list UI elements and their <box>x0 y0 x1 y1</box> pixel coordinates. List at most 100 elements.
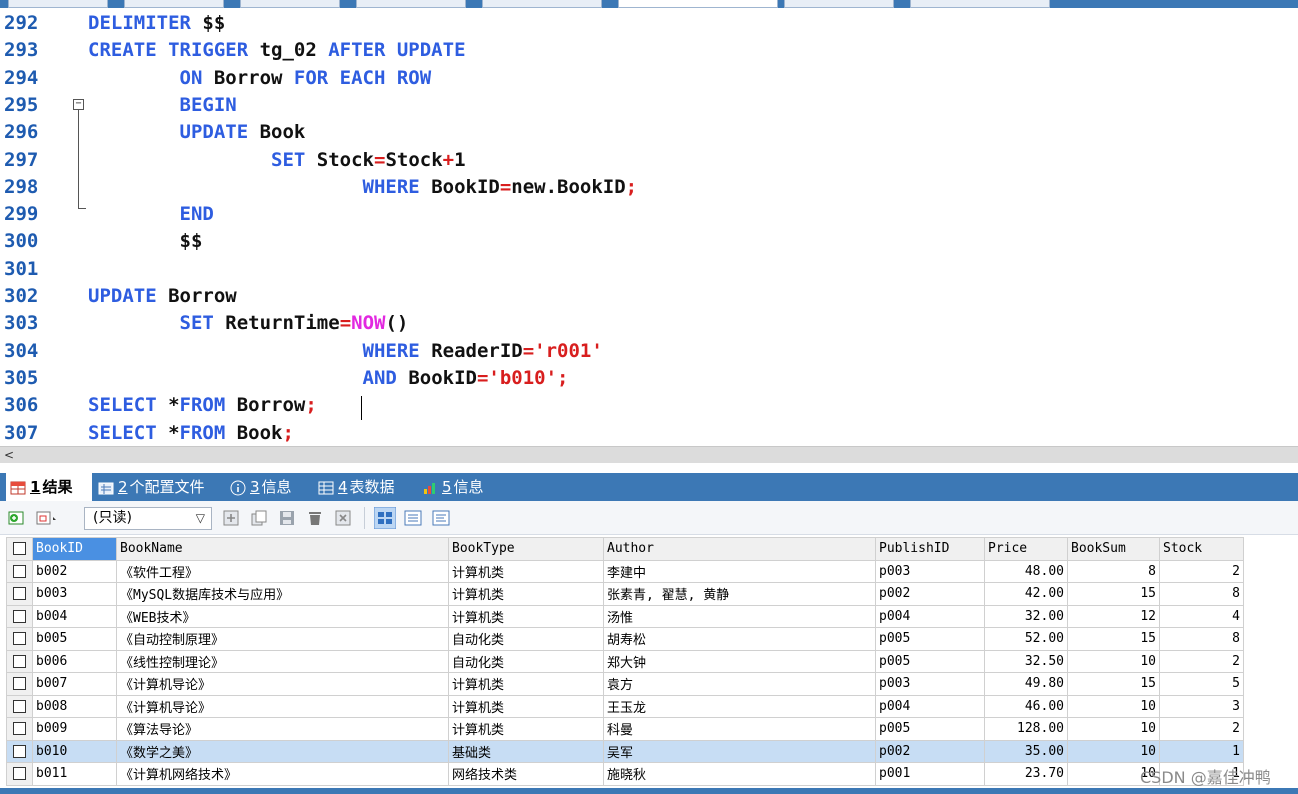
code-line[interactable]: 299 END <box>0 201 1298 228</box>
cell-bookname[interactable]: 《计算机网络技术》 <box>116 762 449 786</box>
cell-booktype[interactable]: 自动化类 <box>448 649 604 673</box>
code-line[interactable]: 293 CREATE TRIGGER tg_02 AFTER UPDATE <box>0 37 1298 64</box>
form-view-icon[interactable] <box>404 509 422 527</box>
cell-author[interactable]: 汤惟 <box>603 604 876 628</box>
cell-bookid[interactable]: b007 <box>32 672 117 696</box>
cell-booksum[interactable]: 12 <box>1067 604 1160 628</box>
cell-booksum[interactable]: 15 <box>1067 672 1160 696</box>
code-line[interactable]: 305 AND BookID='b010'; <box>0 365 1298 392</box>
cell-stock[interactable]: 3 <box>1159 694 1244 718</box>
horizontal-scrollbar[interactable]: < <box>0 446 1298 463</box>
row-checkbox[interactable] <box>6 582 33 606</box>
save-icon[interactable] <box>278 509 296 527</box>
code-line[interactable]: 307 SELECT *FROM Book; <box>0 420 1298 447</box>
cell-author[interactable]: 王玉龙 <box>603 694 876 718</box>
cell-publishid[interactable]: p003 <box>875 559 985 583</box>
fold-toggle-icon[interactable]: − <box>73 99 84 110</box>
select-all-checkbox[interactable] <box>6 537 33 561</box>
query-tab[interactable] <box>240 0 340 8</box>
query-tab[interactable] <box>784 0 894 8</box>
cell-booktype[interactable]: 计算机类 <box>448 717 604 741</box>
row-checkbox[interactable] <box>6 694 33 718</box>
cell-booktype[interactable]: 基础类 <box>448 739 604 763</box>
row-checkbox[interactable] <box>6 762 33 786</box>
result-tab-1[interactable]: 1 结果 <box>6 473 92 501</box>
query-tab-active[interactable] <box>618 0 778 8</box>
row-checkbox[interactable] <box>6 717 33 741</box>
cell-stock[interactable]: 2 <box>1159 717 1244 741</box>
column-header-price[interactable]: Price <box>984 537 1068 561</box>
cell-booktype[interactable]: 计算机类 <box>448 604 604 628</box>
cell-price[interactable]: 46.00 <box>984 694 1068 718</box>
cell-bookname[interactable]: 《MySQL数据库技术与应用》 <box>116 582 449 606</box>
cell-author[interactable]: 郑大钟 <box>603 649 876 673</box>
table-row[interactable]: b008 《计算机导论》 计算机类 王玉龙 p004 46.00 10 3 <box>6 694 1244 718</box>
query-tab[interactable] <box>910 0 1050 8</box>
cell-bookid[interactable]: b006 <box>32 649 117 673</box>
cell-booktype[interactable]: 计算机类 <box>448 672 604 696</box>
cell-bookname[interactable]: 《算法导论》 <box>116 717 449 741</box>
cell-booksum[interactable]: 10 <box>1067 694 1160 718</box>
cell-author[interactable]: 胡寿松 <box>603 627 876 651</box>
discard-changes-icon[interactable] <box>334 509 352 527</box>
cell-bookid[interactable]: b010 <box>32 739 117 763</box>
cell-price[interactable]: 42.00 <box>984 582 1068 606</box>
cell-stock[interactable]: 8 <box>1159 582 1244 606</box>
cell-stock[interactable]: 2 <box>1159 649 1244 673</box>
result-tab-5[interactable]: 5 信息 <box>418 473 508 501</box>
cell-bookname[interactable]: 《计算机导论》 <box>116 672 449 696</box>
cell-author[interactable]: 吴军 <box>603 739 876 763</box>
cell-publishid[interactable]: p005 <box>875 627 985 651</box>
cell-bookid[interactable]: b009 <box>32 717 117 741</box>
sql-editor[interactable]: 292 DELIMITER $$ 293 CREATE TRIGGER tg_02 A… <box>0 8 1298 446</box>
query-tab-strip[interactable] <box>0 0 1298 8</box>
column-header-bookid[interactable]: BookID <box>32 537 117 561</box>
export-icon[interactable] <box>36 509 58 527</box>
cell-booktype[interactable]: 计算机类 <box>448 694 604 718</box>
cell-bookid[interactable]: b005 <box>32 627 117 651</box>
code-line[interactable]: 297 SET Stock=Stock+1 <box>0 147 1298 174</box>
table-row[interactable]: b005 《自动控制原理》 自动化类 胡寿松 p005 52.00 15 8 <box>6 627 1244 651</box>
code-line[interactable]: 300 $$ <box>0 228 1298 255</box>
delete-icon[interactable] <box>306 509 324 527</box>
cell-booktype[interactable]: 网络技术类 <box>448 762 604 786</box>
scroll-left-arrow-icon[interactable]: < <box>4 447 18 463</box>
cell-bookname[interactable]: 《数学之美》 <box>116 739 449 763</box>
code-line[interactable]: 306 SELECT *FROM Borrow; <box>0 392 1298 419</box>
code-line[interactable]: 304 WHERE ReaderID='r001' <box>0 338 1298 365</box>
text-view-icon[interactable] <box>432 509 450 527</box>
row-checkbox[interactable] <box>6 672 33 696</box>
column-header-stock[interactable]: Stock <box>1159 537 1244 561</box>
cell-price[interactable]: 128.00 <box>984 717 1068 741</box>
cell-author[interactable]: 施晓秋 <box>603 762 876 786</box>
cell-author[interactable]: 张素青, 翟慧, 黄静 <box>603 582 876 606</box>
cell-price[interactable]: 32.50 <box>984 649 1068 673</box>
cell-bookname[interactable]: 《软件工程》 <box>116 559 449 583</box>
add-row-icon[interactable] <box>8 509 26 527</box>
cell-publishid[interactable]: p004 <box>875 604 985 628</box>
cell-stock[interactable]: 2 <box>1159 559 1244 583</box>
result-tab-4[interactable]: 4 表数据 <box>314 473 412 501</box>
duplicate-row-icon[interactable] <box>250 509 268 527</box>
cell-price[interactable]: 35.00 <box>984 739 1068 763</box>
cell-publishid[interactable]: p003 <box>875 672 985 696</box>
insert-row-icon[interactable] <box>222 509 240 527</box>
result-tab-2[interactable]: 2 个配置文件 <box>94 473 220 501</box>
code-line[interactable]: 294 ON Borrow FOR EACH ROW <box>0 65 1298 92</box>
row-checkbox[interactable] <box>6 559 33 583</box>
cell-bookname[interactable]: 《线性控制理论》 <box>116 649 449 673</box>
cell-publishid[interactable]: p002 <box>875 739 985 763</box>
table-row[interactable]: b002 《软件工程》 计算机类 李建中 p003 48.00 8 2 <box>6 559 1244 583</box>
cell-bookname[interactable]: 《自动控制原理》 <box>116 627 449 651</box>
cell-booktype[interactable]: 计算机类 <box>448 559 604 583</box>
column-header-author[interactable]: Author <box>603 537 876 561</box>
cell-booktype[interactable]: 计算机类 <box>448 582 604 606</box>
column-header-booksum[interactable]: BookSum <box>1067 537 1160 561</box>
code-line[interactable]: 292 DELIMITER $$ <box>0 10 1298 37</box>
cell-stock[interactable]: 5 <box>1159 672 1244 696</box>
code-line[interactable]: 296 UPDATE Book <box>0 119 1298 146</box>
code-line[interactable]: 295 BEGIN <box>0 92 1298 119</box>
cell-publishid[interactable]: p001 <box>875 762 985 786</box>
cell-booksum[interactable]: 15 <box>1067 582 1160 606</box>
cell-stock[interactable]: 1 <box>1159 739 1244 763</box>
